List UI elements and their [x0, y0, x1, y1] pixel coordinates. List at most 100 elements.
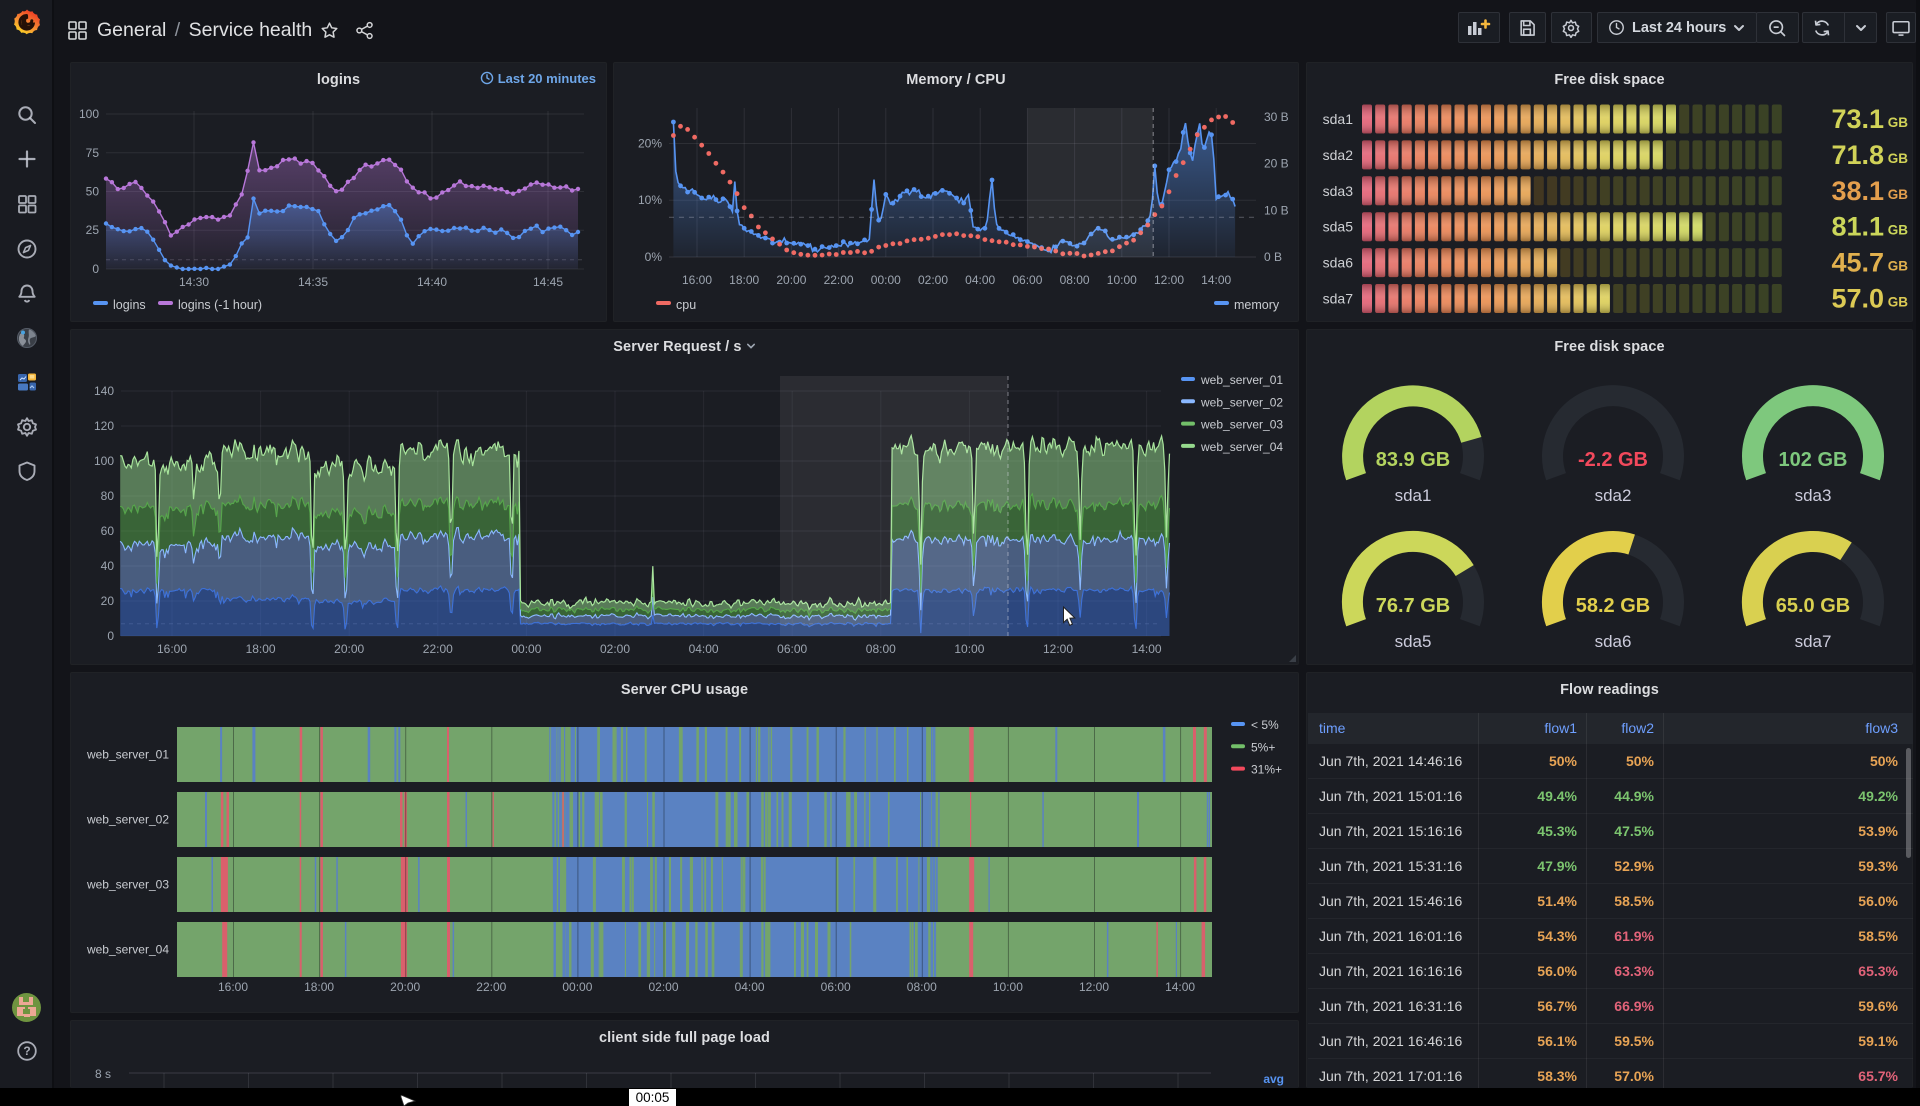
- svg-text:GB: GB: [1888, 115, 1909, 130]
- svg-text:100: 100: [94, 454, 114, 468]
- svg-text:sda6: sda6: [1595, 632, 1632, 651]
- svg-text:web_server_01: web_server_01: [1200, 373, 1283, 387]
- svg-text:30 B: 30 B: [1264, 110, 1289, 124]
- svg-text:06:00: 06:00: [777, 642, 807, 656]
- svg-text:06:00: 06:00: [1012, 273, 1042, 287]
- svg-text:14:00: 14:00: [1201, 273, 1231, 287]
- svg-text:logins (-1 hour): logins (-1 hour): [178, 298, 262, 312]
- svg-text:40: 40: [101, 559, 115, 573]
- svg-text:76.7 GB: 76.7 GB: [1376, 595, 1450, 617]
- svg-text:14:45: 14:45: [533, 275, 563, 289]
- svg-text:16:00: 16:00: [682, 273, 712, 287]
- svg-text:14:30: 14:30: [179, 275, 209, 289]
- svg-text:web_server_01: web_server_01: [86, 748, 169, 762]
- svg-text:GB: GB: [1888, 151, 1909, 166]
- svg-text:25: 25: [86, 223, 100, 237]
- svg-text:75: 75: [86, 146, 100, 160]
- svg-text:10%: 10%: [638, 193, 662, 207]
- svg-text:?: ?: [23, 1044, 30, 1058]
- svg-text:avg: avg: [1263, 1072, 1284, 1086]
- svg-text:web_server_04: web_server_04: [86, 943, 169, 957]
- svg-text:20 B: 20 B: [1264, 157, 1289, 171]
- svg-text:GB: GB: [1888, 295, 1909, 310]
- svg-text:08:00: 08:00: [866, 642, 896, 656]
- svg-text:00:00: 00:00: [562, 980, 592, 994]
- svg-text:-2.2 GB: -2.2 GB: [1578, 449, 1648, 471]
- svg-text:web_server_03: web_server_03: [86, 878, 169, 892]
- svg-text:sda1: sda1: [1323, 111, 1354, 127]
- svg-text:20: 20: [101, 594, 115, 608]
- svg-text:22:00: 22:00: [423, 642, 453, 656]
- svg-text:83.9 GB: 83.9 GB: [1376, 449, 1450, 471]
- svg-text:22:00: 22:00: [824, 273, 854, 287]
- svg-text:04:00: 04:00: [965, 273, 995, 287]
- svg-text:08:00: 08:00: [1060, 273, 1090, 287]
- svg-text:102 GB: 102 GB: [1779, 449, 1848, 471]
- svg-text:memory: memory: [1234, 298, 1280, 312]
- svg-text:04:00: 04:00: [735, 980, 765, 994]
- svg-text:60: 60: [101, 524, 115, 538]
- svg-text:18:00: 18:00: [304, 980, 334, 994]
- svg-text:10:00: 10:00: [954, 642, 984, 656]
- svg-text:sda3: sda3: [1323, 183, 1354, 199]
- svg-text:57.0: 57.0: [1831, 284, 1884, 314]
- svg-text:sda5: sda5: [1323, 219, 1354, 235]
- svg-text:81.1: 81.1: [1831, 212, 1884, 242]
- svg-text:logins: logins: [113, 298, 146, 312]
- svg-text:58.2 GB: 58.2 GB: [1576, 595, 1650, 617]
- svg-text:12:00: 12:00: [1079, 980, 1109, 994]
- svg-text:20%: 20%: [638, 137, 662, 151]
- svg-text:12:00: 12:00: [1154, 273, 1184, 287]
- svg-text:14:00: 14:00: [1132, 642, 1162, 656]
- svg-text:20:00: 20:00: [390, 980, 420, 994]
- svg-text:120: 120: [94, 419, 114, 433]
- svg-text:< 5%: < 5%: [1251, 718, 1279, 732]
- svg-text:00:00: 00:00: [511, 642, 541, 656]
- svg-text:08:00: 08:00: [907, 980, 937, 994]
- svg-text:80: 80: [101, 489, 115, 503]
- svg-text:web_server_03: web_server_03: [1200, 418, 1283, 432]
- svg-text:73.1: 73.1: [1831, 104, 1884, 134]
- svg-text:12:00: 12:00: [1043, 642, 1073, 656]
- svg-text:0: 0: [107, 629, 114, 643]
- svg-text:50: 50: [86, 185, 100, 199]
- svg-text:10:00: 10:00: [993, 980, 1023, 994]
- svg-text:00:00: 00:00: [871, 273, 901, 287]
- svg-text:web_server_02: web_server_02: [1200, 395, 1283, 409]
- svg-text:0%: 0%: [645, 250, 663, 264]
- svg-text:sda3: sda3: [1795, 486, 1832, 505]
- svg-text:web_server_02: web_server_02: [86, 813, 169, 827]
- svg-text:web_server_04: web_server_04: [1200, 440, 1283, 454]
- svg-text:18:00: 18:00: [246, 642, 276, 656]
- svg-text:GB: GB: [1888, 187, 1909, 202]
- svg-text:65.0 GB: 65.0 GB: [1776, 595, 1850, 617]
- svg-text:100: 100: [79, 107, 99, 121]
- svg-text:45.7: 45.7: [1831, 248, 1884, 278]
- svg-text:sda1: sda1: [1395, 486, 1432, 505]
- svg-text:04:00: 04:00: [689, 642, 719, 656]
- svg-text:14:35: 14:35: [298, 275, 328, 289]
- svg-text:0 B: 0 B: [1264, 250, 1282, 264]
- svg-text:18:00: 18:00: [729, 273, 759, 287]
- svg-text:8 s: 8 s: [95, 1067, 111, 1081]
- svg-text:16:00: 16:00: [157, 642, 187, 656]
- svg-text:20:00: 20:00: [776, 273, 806, 287]
- svg-text:sda7: sda7: [1323, 291, 1354, 307]
- svg-text:02:00: 02:00: [918, 273, 948, 287]
- svg-text:31%+: 31%+: [1251, 763, 1282, 777]
- svg-text:10:00: 10:00: [1107, 273, 1137, 287]
- svg-text:cpu: cpu: [676, 298, 696, 312]
- svg-text:02:00: 02:00: [648, 980, 678, 994]
- svg-text:5%+: 5%+: [1251, 740, 1275, 754]
- svg-text:38.1: 38.1: [1831, 176, 1884, 206]
- svg-text:10 B: 10 B: [1264, 203, 1289, 217]
- svg-text:sda2: sda2: [1595, 486, 1632, 505]
- svg-text:140: 140: [94, 384, 114, 398]
- svg-text:20:00: 20:00: [334, 642, 364, 656]
- svg-text:14:40: 14:40: [417, 275, 447, 289]
- svg-text:0: 0: [92, 262, 99, 276]
- svg-text:sda6: sda6: [1323, 255, 1354, 271]
- svg-text:22:00: 22:00: [476, 980, 506, 994]
- svg-text:GB: GB: [1888, 259, 1909, 274]
- svg-text:14:00: 14:00: [1165, 980, 1195, 994]
